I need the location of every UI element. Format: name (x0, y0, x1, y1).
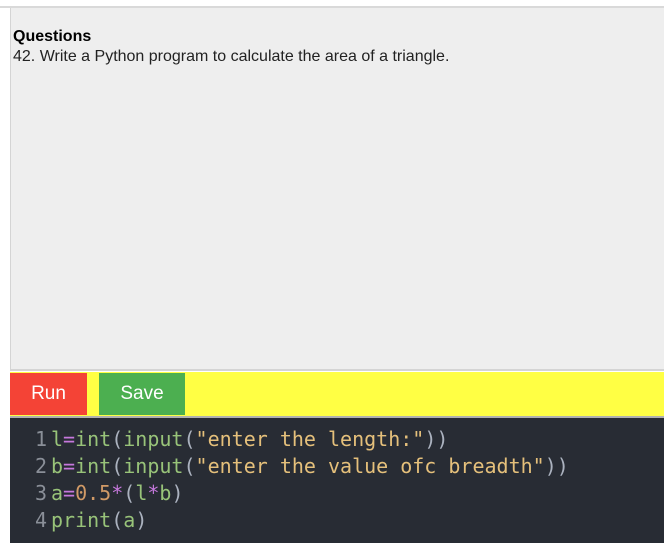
code-token: ( (183, 427, 196, 451)
question-panel: Questions 42. Write a Python program to … (10, 8, 664, 371)
code-token: * (111, 481, 124, 505)
code-token: "enter the value ofc breadth" (195, 454, 545, 478)
line-number: 4 (34, 508, 47, 532)
code-token: print (51, 508, 112, 532)
code-token: ( (183, 454, 196, 478)
line-number: 1 (34, 427, 47, 451)
code-text: b=int(input("enter the value ofc breadth… (51, 453, 569, 480)
code-token: a (123, 508, 136, 532)
code-token: ( (111, 427, 124, 451)
code-token: int (75, 427, 112, 451)
code-token: l (51, 427, 64, 451)
code-editor[interactable]: 1 l=int(input("enter the length:")) 2 b=in… (10, 416, 664, 543)
question-text: 42. Write a Python program to calculate … (13, 48, 450, 65)
code-token: ( (111, 508, 124, 532)
code-token: b (51, 454, 64, 478)
code-line[interactable]: 1 l=int(input("enter the length:")) (10, 426, 664, 453)
code-token: input (123, 427, 184, 451)
code-token: a (51, 481, 64, 505)
code-text: l=int(input("enter the length:")) (51, 426, 448, 453)
code-token: ) (135, 508, 148, 532)
code-line[interactable]: 2 b=int(input("enter the value ofc breadt… (10, 453, 664, 480)
code-token: "enter the length:" (195, 427, 425, 451)
questions-heading: Questions (13, 28, 92, 45)
code-token: )) (424, 427, 449, 451)
code-text: print(a) (51, 507, 147, 534)
code-line[interactable]: 3 a=0.5*(l*b) (10, 480, 664, 507)
run-button[interactable]: Run (10, 373, 87, 415)
code-token: ( (111, 454, 124, 478)
code-token: ) (171, 481, 184, 505)
save-button[interactable]: Save (99, 373, 185, 415)
code-token: int (75, 454, 112, 478)
code-token: ( (123, 481, 136, 505)
code-line[interactable]: 4 print(a) (10, 507, 664, 534)
line-number: 2 (34, 454, 47, 478)
code-token: b (159, 481, 172, 505)
code-text: a=0.5*(l*b) (51, 480, 184, 507)
code-token: = (63, 454, 76, 478)
toolbar: Run Save (10, 372, 664, 416)
code-token: = (63, 481, 76, 505)
code-token: input (123, 454, 184, 478)
line-number: 3 (34, 481, 47, 505)
code-token: * (147, 481, 160, 505)
code-token: 0.5 (75, 481, 112, 505)
code-token: )) (544, 454, 569, 478)
code-token: = (63, 427, 76, 451)
code-token: l (135, 481, 148, 505)
